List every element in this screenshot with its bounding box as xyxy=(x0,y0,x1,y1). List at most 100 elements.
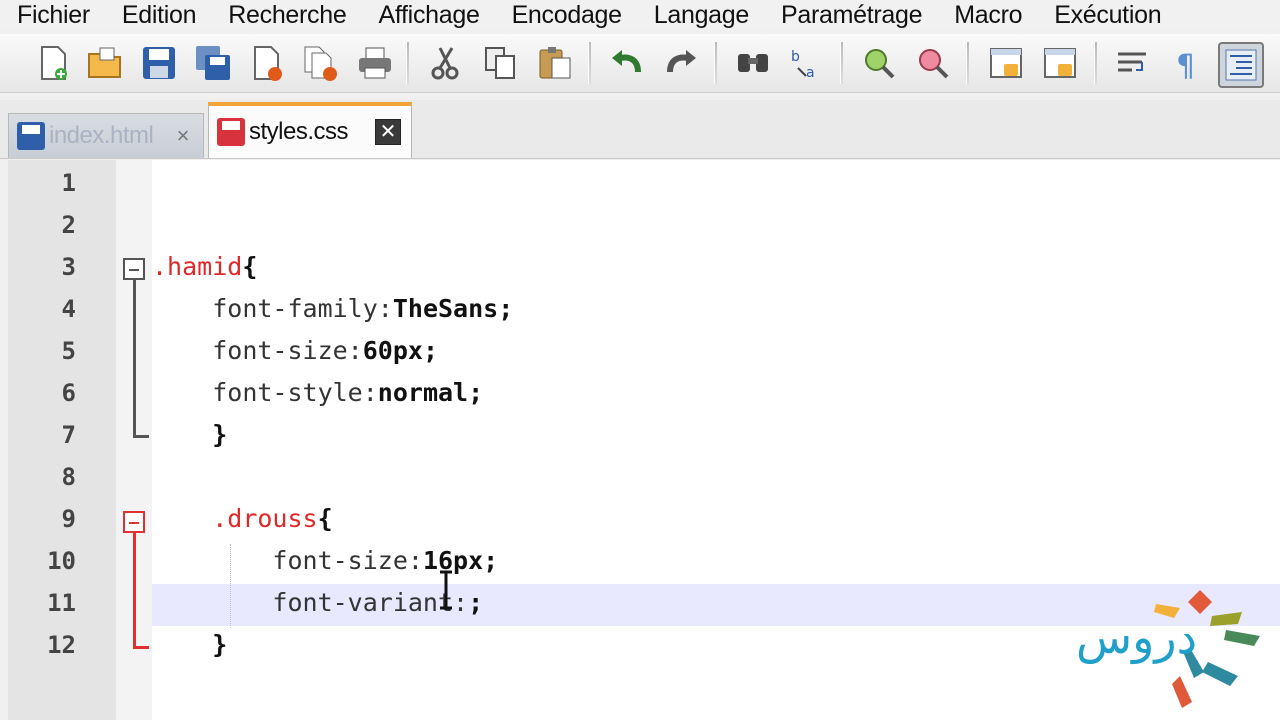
line-number: 6 xyxy=(61,379,76,407)
close-all-icon[interactable] xyxy=(300,42,342,84)
unsaved-file-icon xyxy=(217,118,245,146)
code-line[interactable]: font-family:TheSans; xyxy=(152,288,513,330)
tab-styles-css[interactable]: styles.css ✕ xyxy=(208,102,412,158)
toolbar-separator xyxy=(588,42,591,84)
fold-end xyxy=(133,435,149,438)
tab-label: index.html xyxy=(49,122,154,149)
css-selector: .hamid xyxy=(152,252,243,281)
menu-bar: Fichier Edition Recherche Affichage Enco… xyxy=(0,0,1280,30)
svg-text:a: a xyxy=(806,65,815,81)
css-punctuation: ; xyxy=(468,378,484,407)
tab-label: styles.css xyxy=(249,118,349,145)
open-file-icon[interactable] xyxy=(84,42,126,84)
css-punctuation: } xyxy=(212,630,228,659)
svg-text:b: b xyxy=(791,49,800,65)
menu-affichage[interactable]: Affichage xyxy=(362,0,495,30)
menu-execution[interactable]: Exécution xyxy=(1038,0,1177,30)
paste-icon[interactable] xyxy=(534,42,576,84)
print-icon[interactable] xyxy=(354,42,396,84)
show-all-chars-icon[interactable]: ¶ xyxy=(1166,42,1208,84)
code-line[interactable]: } xyxy=(152,624,227,666)
toolbar-separator xyxy=(840,42,843,84)
toolbar-separator xyxy=(714,42,717,84)
css-selector: .drouss xyxy=(212,504,318,533)
replace-icon[interactable]: ba xyxy=(786,42,828,84)
new-file-icon[interactable] xyxy=(32,42,74,84)
toolbar-separator xyxy=(966,42,969,84)
menu-macro[interactable]: Macro xyxy=(938,0,1038,30)
line-number: 4 xyxy=(61,295,76,323)
indent-guide-icon[interactable] xyxy=(1218,42,1264,88)
css-punctuation: { xyxy=(242,252,258,281)
css-punctuation: ; xyxy=(422,336,439,365)
css-property: font-size: xyxy=(272,546,423,575)
fold-toggle-drouss[interactable] xyxy=(123,511,145,533)
line-number: 1 xyxy=(61,169,76,197)
code-line[interactable]: } xyxy=(152,414,227,456)
css-punctuation: { xyxy=(317,504,333,533)
menu-langage[interactable]: Langage xyxy=(638,0,765,30)
css-punctuation: ; xyxy=(468,588,484,617)
line-number: 7 xyxy=(61,421,76,449)
menu-fichier[interactable]: Fichier xyxy=(0,0,106,30)
save-all-icon[interactable] xyxy=(192,42,234,84)
tab-bar: index.html × styles.css ✕ xyxy=(0,100,1280,159)
zoom-in-icon[interactable] xyxy=(858,42,900,84)
menu-encodage[interactable]: Encodage xyxy=(496,0,638,30)
css-punctuation: ; xyxy=(498,294,514,323)
line-number: 3 xyxy=(61,253,76,281)
line-number: 9 xyxy=(61,505,76,533)
line-number: 10 xyxy=(47,547,76,575)
svg-text:¶: ¶ xyxy=(1176,49,1195,82)
text-cursor-icon xyxy=(440,570,452,610)
saved-file-icon xyxy=(17,122,45,150)
css-value: TheSans xyxy=(392,294,499,323)
line-number: 8 xyxy=(61,463,76,491)
fold-line xyxy=(133,533,136,649)
css-value: normal xyxy=(377,378,469,407)
line-number: 12 xyxy=(47,631,76,659)
fold-end xyxy=(133,646,149,649)
find-icon[interactable] xyxy=(732,42,774,84)
word-wrap-icon[interactable] xyxy=(1112,42,1154,84)
fold-line xyxy=(133,280,136,438)
css-value: 60px xyxy=(362,336,423,365)
watermark-logo: دروس xyxy=(1074,586,1274,712)
menu-parametrage[interactable]: Paramétrage xyxy=(765,0,938,30)
close-icon[interactable] xyxy=(246,42,288,84)
code-line[interactable]: .hamid{ xyxy=(152,246,257,288)
sync-horizontal-icon[interactable] xyxy=(1040,42,1082,84)
code-line[interactable]: font-size:60px; xyxy=(152,330,438,372)
undo-icon[interactable] xyxy=(606,42,648,84)
code-line[interactable]: font-variant:; xyxy=(152,582,483,624)
code-line[interactable]: font-style:normal; xyxy=(152,372,483,414)
close-tab-icon[interactable]: × xyxy=(171,124,195,148)
css-property: font-style: xyxy=(212,378,378,407)
close-tab-icon[interactable]: ✕ xyxy=(375,119,401,145)
copy-icon[interactable] xyxy=(480,42,522,84)
css-property: font-family: xyxy=(212,294,393,323)
line-number: 11 xyxy=(47,589,76,617)
line-number: 5 xyxy=(61,337,76,365)
save-icon[interactable] xyxy=(138,42,180,84)
redo-icon[interactable] xyxy=(660,42,702,84)
sync-vertical-icon[interactable] xyxy=(986,42,1028,84)
css-punctuation: ; xyxy=(483,546,499,575)
cut-icon[interactable] xyxy=(424,42,466,84)
tab-index-html[interactable]: index.html × xyxy=(8,113,204,158)
zoom-out-icon[interactable] xyxy=(912,42,954,84)
toolbar-separator xyxy=(1094,42,1097,84)
menu-recherche[interactable]: Recherche xyxy=(212,0,362,30)
code-line[interactable]: .drouss{ xyxy=(152,498,333,540)
menu-edition[interactable]: Edition xyxy=(106,0,212,30)
fold-toggle-hamid[interactable] xyxy=(123,258,145,280)
css-punctuation: } xyxy=(212,420,228,449)
line-number: 2 xyxy=(61,211,76,239)
